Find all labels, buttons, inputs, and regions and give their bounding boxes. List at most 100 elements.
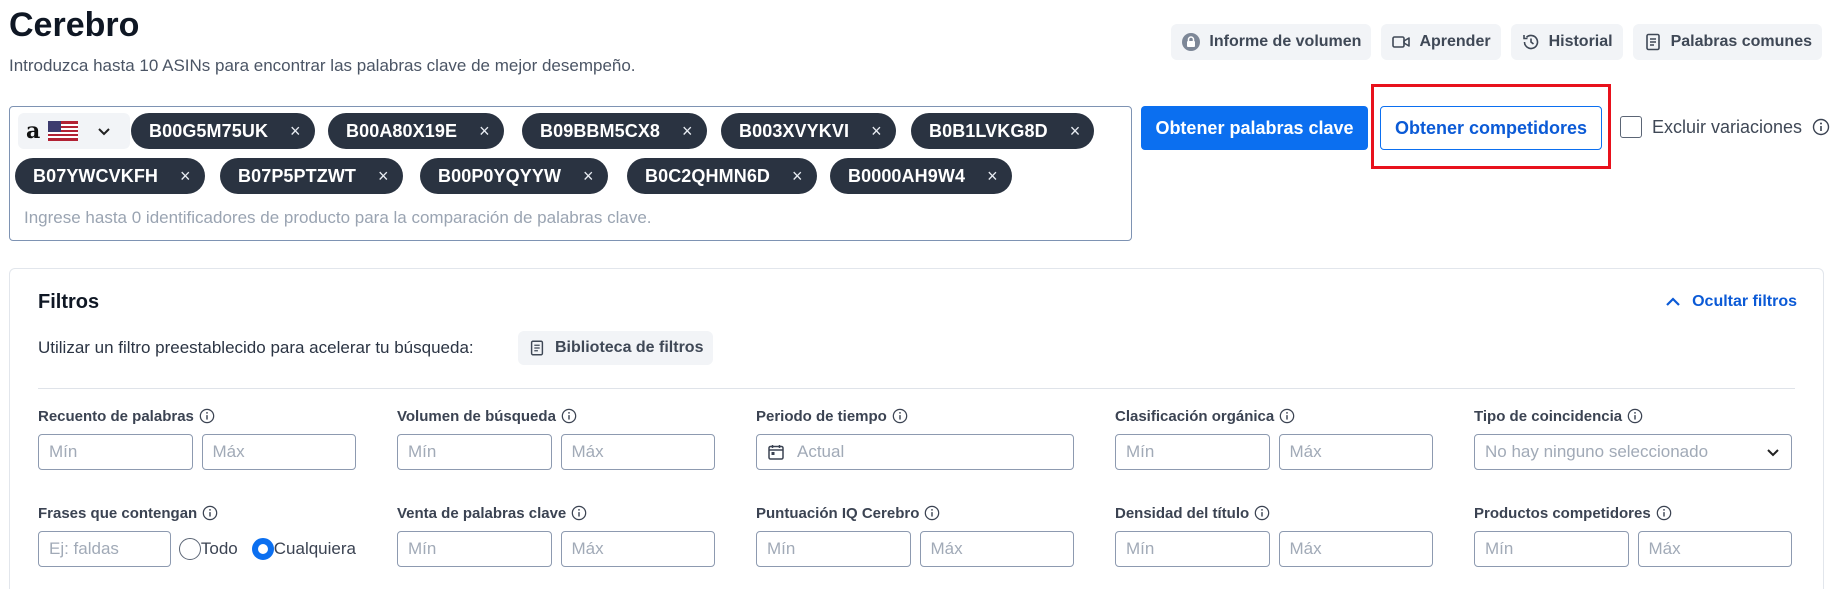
exclude-variations: Excluir variaciones [1620, 116, 1830, 138]
asin-input-box[interactable]: a B00G5M75UK × B00A80X19E × B09BBM5CX8 × B0… [9, 106, 1132, 241]
filter-label: Clasificación orgánica [1115, 407, 1275, 425]
asin-chip: B07P5PTZWT × [220, 158, 403, 194]
asin-input-placeholder[interactable]: Ingrese hasta 0 identificadores de produ… [24, 208, 652, 228]
filter-label: Puntuación IQ Cerebro [756, 504, 920, 522]
chip-remove-icon[interactable]: × [290, 121, 301, 142]
divider [38, 388, 1795, 389]
asin-chip: B0B1LVKG8D × [911, 113, 1095, 149]
asin-chip-label: B0C2QHMN6D [645, 165, 771, 186]
chip-remove-icon[interactable]: × [378, 166, 389, 187]
info-icon[interactable] [924, 505, 940, 521]
phrases-input[interactable]: Ej: faldas [38, 531, 171, 567]
us-flag-icon [48, 121, 79, 141]
chip-remove-icon[interactable]: × [1070, 121, 1081, 142]
info-icon[interactable] [1254, 505, 1270, 521]
title-density-max-input[interactable]: Máx [1278, 531, 1433, 567]
keyword-sales-max-input[interactable]: Máx [560, 531, 715, 567]
info-icon[interactable] [199, 408, 215, 424]
hide-filters-label: Ocultar filtros [1692, 293, 1797, 310]
filter-title-density: Densidad del título Mín Máx [1115, 503, 1433, 567]
exclude-variations-label: Excluir variaciones [1652, 116, 1803, 137]
filter-label: Tipo de coincidencia [1474, 407, 1623, 425]
page-subtitle: Introduzca hasta 10 ASINs para encontrar… [9, 56, 636, 75]
get-keywords-button[interactable]: Obtener palabras clave [1141, 106, 1368, 150]
hide-filters-button[interactable]: Ocultar filtros [1664, 293, 1797, 311]
search-volume-min-input[interactable]: Mín [397, 434, 552, 470]
filter-label: Productos competidores [1474, 504, 1651, 522]
filter-search-volume: Volumen de búsqueda Mín Máx [397, 406, 715, 470]
common-keywords-button[interactable]: Palabras comunes [1632, 24, 1822, 60]
document-icon [1645, 33, 1660, 51]
filter-phrases: Frases que contengan Ej: faldas Todo Cua… [38, 503, 356, 567]
radio-all[interactable]: Todo [178, 538, 238, 560]
asin-chip: B09BBM5CX8 × [522, 113, 707, 149]
radio-all-label: Todo [200, 539, 238, 558]
filter-label: Periodo de tiempo [756, 407, 887, 425]
exclude-variations-checkbox[interactable] [1620, 116, 1642, 138]
calendar-icon [768, 445, 784, 460]
competing-products-max-input[interactable]: Máx [1637, 531, 1792, 567]
amazon-logo-icon: a [26, 118, 41, 144]
info-icon[interactable] [571, 505, 587, 521]
radio-any-button[interactable] [251, 538, 274, 560]
word-count-max-input[interactable]: Máx [201, 434, 356, 470]
radio-all-button[interactable] [178, 538, 201, 560]
chip-remove-icon[interactable]: × [583, 166, 594, 187]
competing-products-min-input[interactable]: Mín [1474, 531, 1629, 567]
learn-button[interactable]: Aprender [1381, 24, 1501, 60]
marketplace-selector[interactable]: a [18, 113, 130, 149]
filter-iq-score: Puntuación IQ Cerebro Mín Máx [756, 503, 1074, 567]
radio-any-label: Cualquiera [273, 539, 356, 558]
chip-remove-icon[interactable]: × [479, 121, 490, 142]
chip-remove-icon[interactable]: × [987, 166, 998, 187]
chip-remove-icon[interactable]: × [792, 166, 803, 187]
filter-competing-products: Productos competidores Mín Máx [1474, 503, 1792, 567]
info-icon[interactable] [1279, 408, 1295, 424]
filter-match-type: Tipo de coincidencia No hay ninguno sele… [1474, 406, 1792, 470]
iq-score-max-input[interactable]: Máx [919, 531, 1074, 567]
word-count-min-input[interactable]: Mín [38, 434, 193, 470]
document-icon [530, 340, 544, 356]
learn-label: Aprender [1419, 33, 1491, 50]
info-icon[interactable] [1656, 505, 1672, 521]
asin-chip: B00P0YQYYW × [420, 158, 608, 194]
organic-rank-min-input[interactable]: Mín [1115, 434, 1270, 470]
time-period-input[interactable]: Actual [756, 434, 1074, 470]
search-volume-max-input[interactable]: Máx [560, 434, 715, 470]
title-density-min-input[interactable]: Mín [1115, 531, 1270, 567]
organic-rank-max-input[interactable]: Máx [1278, 434, 1433, 470]
filter-library-button[interactable]: Biblioteca de filtros [518, 331, 714, 365]
asin-chip-label: B07P5PTZWT [238, 165, 357, 186]
filter-label: Recuento de palabras [38, 407, 194, 425]
match-type-select[interactable]: No hay ninguno seleccionado [1474, 434, 1792, 470]
volume-report-button[interactable]: Informe de volumen [1171, 24, 1372, 60]
chip-remove-icon[interactable]: × [871, 121, 882, 142]
filter-label: Volumen de búsqueda [397, 407, 556, 425]
filter-library-label: Biblioteca de filtros [555, 339, 704, 356]
asin-chip: B003XVYKVI × [721, 113, 896, 149]
preset-filter-label: Utilizar un filtro preestablecido para a… [38, 338, 474, 357]
page-title: Cerebro [9, 6, 140, 44]
chip-remove-icon[interactable]: × [682, 121, 693, 142]
get-competitors-button[interactable]: Obtener competidores [1380, 106, 1602, 150]
history-button[interactable]: Historial [1510, 24, 1623, 60]
filters-panel: Filtros Ocultar filtros Utilizar un filt… [9, 268, 1824, 589]
radio-any[interactable]: Cualquiera [251, 538, 356, 560]
filter-word-count: Recuento de palabras Mín Máx [38, 406, 356, 470]
asin-chip: B00G5M75UK × [131, 113, 315, 149]
video-icon [1392, 36, 1411, 48]
asin-chip-label: B003XVYKVI [739, 120, 850, 141]
info-icon[interactable] [1627, 408, 1643, 424]
match-type-value: No hay ninguno seleccionado [1485, 442, 1709, 461]
asin-chip: B0000AH9W4 × [830, 158, 1012, 194]
asin-chip: B0C2QHMN6D × [627, 158, 817, 194]
info-icon[interactable] [202, 505, 218, 521]
keyword-sales-min-input[interactable]: Mín [397, 531, 552, 567]
chip-remove-icon[interactable]: × [180, 166, 191, 187]
info-icon[interactable] [561, 408, 577, 424]
iq-score-min-input[interactable]: Mín [756, 531, 911, 567]
filters-title: Filtros [38, 291, 100, 313]
asin-chip-label: B00P0YQYYW [438, 165, 562, 186]
info-icon[interactable] [892, 408, 908, 424]
info-icon[interactable] [1812, 118, 1830, 136]
